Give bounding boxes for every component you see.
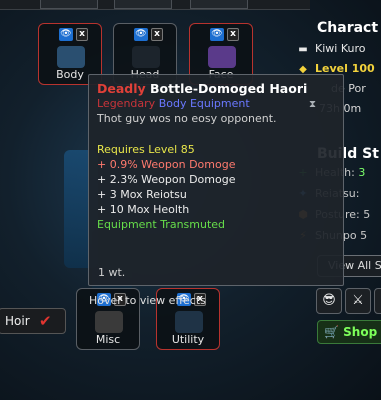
tooltip-title: Deadly Bottle-Domoged Haori (97, 81, 335, 96)
hair-toggle-button[interactable]: Hoir ✔ (0, 308, 66, 334)
checkmark-icon: ✔ (39, 312, 52, 330)
character-panel-title: Charact (317, 20, 379, 36)
hair-label: Hoir (5, 314, 30, 328)
cart-icon: 🛒 (324, 325, 339, 339)
slot-label: Misc (95, 333, 121, 346)
item-quality: Deadly (97, 81, 146, 96)
extra-button[interactable] (374, 288, 381, 314)
item-weight: 1 wt. (98, 266, 126, 279)
transmuted-status: Equipment Transmuted (97, 218, 226, 231)
face-item-art (208, 46, 236, 68)
shop-label: Shop (343, 325, 378, 339)
item-bonus: + 10 Mox Heolth (97, 203, 190, 216)
misc-item-art (95, 311, 123, 333)
weapon-button[interactable]: ⚔ (345, 288, 371, 314)
item-bonus: + 0.9% Weopon Domoge (97, 158, 236, 171)
close-icon[interactable]: x (76, 28, 88, 41)
tooltip-subtitle: Legendary Body Equipment ⧗ (97, 96, 335, 111)
emote-button[interactable]: 😎 (316, 288, 342, 314)
item-bonus: + 3 Mox Reiotsu (97, 188, 187, 201)
character-name: Kiwi Kuro (315, 42, 366, 55)
item-bonus: + 2.3% Weopon Domoge (97, 173, 236, 186)
item-type: Body Equipment (158, 97, 250, 110)
character-name-row: ▬ Kiwi Kuro (297, 42, 365, 55)
item-name: Bottle-Domoged Haori (150, 81, 308, 96)
body-item-art (57, 46, 85, 68)
hover-hint: Hover to view effects (89, 294, 206, 307)
top-tab[interactable] (40, 0, 98, 9)
close-icon[interactable]: x (227, 28, 239, 41)
item-description: Thot guy wos no eosy opponent. (97, 112, 277, 125)
shop-button[interactable]: 🛒 Shop (317, 320, 381, 344)
top-tab[interactable] (114, 0, 172, 9)
sunglasses-face-icon: 😎 (322, 293, 336, 308)
id-card-icon: ▬ (298, 44, 308, 55)
close-icon[interactable]: x (151, 28, 163, 41)
hourglass-icon: ⧗ (309, 99, 317, 110)
eye-icon[interactable]: 👁 (59, 28, 73, 41)
item-tooltip: Deadly Bottle-Domoged Haori Legendary Bo… (88, 74, 344, 286)
top-tab-strip (0, 0, 310, 10)
eye-icon[interactable]: 👁 (134, 28, 148, 41)
head-item-art (132, 46, 160, 68)
eye-icon[interactable]: 👁 (210, 28, 224, 41)
item-requirement: Requires Level 85 (97, 143, 195, 156)
sword-icon: ⚔ (352, 293, 364, 308)
top-tab[interactable] (190, 0, 248, 9)
utility-item-art (175, 311, 203, 333)
slot-label: Utility (171, 333, 205, 346)
item-rarity: Legendary (97, 97, 156, 110)
